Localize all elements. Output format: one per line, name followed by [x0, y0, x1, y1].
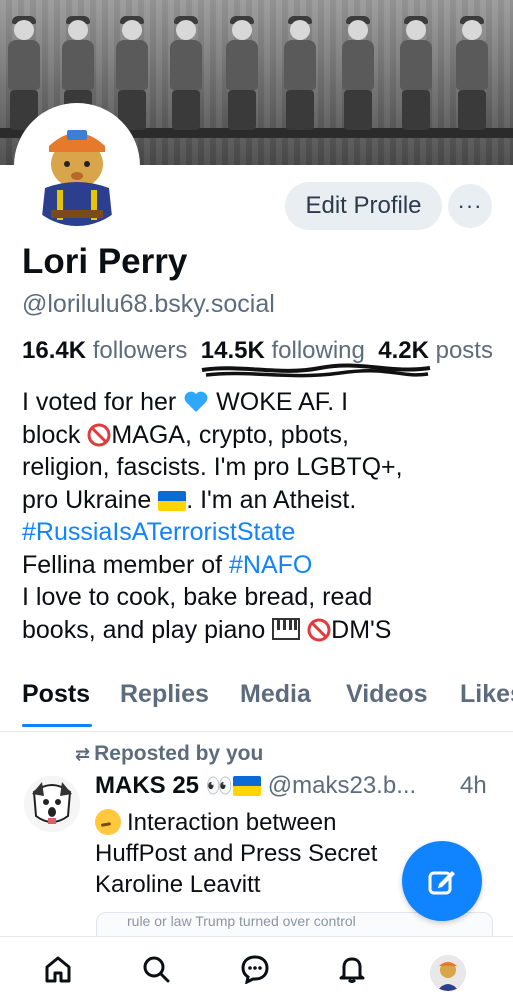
home-icon: [45, 956, 71, 983]
post-timestamp[interactable]: 4h: [460, 772, 487, 800]
posts-label: posts: [435, 337, 493, 364]
search-icon: [143, 956, 170, 983]
bottom-nav: [0, 936, 513, 1000]
hashtag-link[interactable]: #NAFO: [229, 551, 312, 579]
hashtag-link[interactable]: #RussiaIsATerroristState: [22, 516, 502, 549]
followers-label: followers: [92, 337, 188, 364]
ukraine-flag-icon: [158, 490, 187, 511]
tab-likes[interactable]: Likes: [460, 680, 513, 709]
bio-text: Fellina member of: [22, 550, 223, 579]
banner-figure: [396, 16, 436, 130]
bio-text: WOKE AF. I: [216, 388, 349, 416]
profile-handle: @lorilulu68.bsky.social: [22, 290, 275, 318]
nav-notifications[interactable]: [334, 951, 370, 987]
scribble-mark: [201, 363, 431, 378]
bell-icon: [339, 957, 365, 983]
profile-stats: 16.4K followers 14.5K following 4.2K pos…: [22, 337, 513, 365]
tab-videos[interactable]: Videos: [346, 680, 428, 709]
compose-icon: [428, 871, 455, 895]
banner-figure: [112, 16, 152, 130]
thinking-face-icon: [95, 809, 121, 835]
post-text-line: Interaction between: [127, 809, 337, 836]
blue-heart-icon: [184, 391, 208, 412]
profile-avatar[interactable]: [14, 103, 140, 229]
edit-profile-button[interactable]: Edit Profile: [285, 182, 442, 230]
followers-link[interactable]: 16.4K followers: [22, 337, 187, 364]
bio-text: I love to cook, bake bread, read: [22, 583, 373, 611]
bio-text: block: [22, 420, 81, 449]
bio-text: MAGA, crypto, pbots,: [111, 420, 349, 449]
post-author-handle[interactable]: @maks23.b...: [268, 772, 416, 799]
bio-text: . I'm an Atheist.: [186, 485, 357, 514]
profile-bio: I voted for her WOKE AF. I block MAGA, c…: [22, 386, 502, 646]
post-author-name[interactable]: MAKS 25: [95, 772, 199, 799]
profile-tabs: Posts Replies Media Videos Likes: [0, 672, 513, 732]
bio-text: books, and play piano: [22, 615, 266, 644]
nav-profile-avatar[interactable]: [430, 955, 466, 991]
following-link[interactable]: 14.5K following: [201, 337, 365, 364]
piano-icon: [272, 617, 301, 640]
bio-text: religion, fascists. I'm pro LGBTQ+,: [22, 453, 403, 481]
tab-media[interactable]: Media: [240, 680, 311, 709]
repost-indicator: ⇄ Reposted by you: [75, 742, 263, 766]
banner-figure: [280, 16, 320, 130]
embed-text: rule or law Trump turned over control: [127, 913, 356, 929]
ukraine-flag-icon: [233, 776, 262, 796]
nav-chat[interactable]: [237, 951, 273, 987]
banner-figure: [338, 16, 378, 130]
prohibited-icon: [87, 423, 111, 446]
nav-home[interactable]: [40, 951, 76, 987]
banner-figure: [452, 16, 492, 130]
post-text-line: Karoline Leavitt: [95, 871, 261, 898]
tab-posts[interactable]: Posts: [22, 680, 90, 709]
banner-figure: [166, 16, 206, 130]
following-count: 14.5K: [200, 337, 265, 364]
bio-text: I voted for her: [22, 388, 177, 416]
banner-figure: [4, 16, 44, 130]
bio-text: DM'S: [331, 615, 392, 644]
following-label: following: [271, 337, 365, 364]
more-options-button[interactable]: ···: [448, 184, 492, 228]
chat-icon: [241, 955, 269, 984]
posts-count: 4.2K: [378, 337, 429, 364]
post-body[interactable]: Interaction between HuffPost and Press S…: [95, 807, 395, 900]
post-author-avatar[interactable]: [24, 776, 80, 832]
followers-count: 16.4K: [22, 337, 87, 364]
compose-button[interactable]: [402, 841, 482, 921]
repost-label: Reposted by you: [94, 742, 264, 765]
post-header: MAKS 25 👀 @maks23.b...: [95, 772, 500, 800]
nav-search[interactable]: [138, 951, 174, 987]
active-tab-indicator: [22, 724, 92, 727]
bio-text: pro Ukraine: [22, 485, 152, 514]
post-text-line: HuffPost and Press Secret: [95, 840, 378, 867]
prohibited-icon: [307, 618, 331, 641]
banner-figure: [222, 16, 262, 130]
eyes-icon: 👀: [205, 773, 234, 798]
tab-replies[interactable]: Replies: [120, 680, 209, 709]
profile-name: Lori Perry: [22, 242, 188, 281]
repost-icon: ⇄: [75, 744, 91, 764]
